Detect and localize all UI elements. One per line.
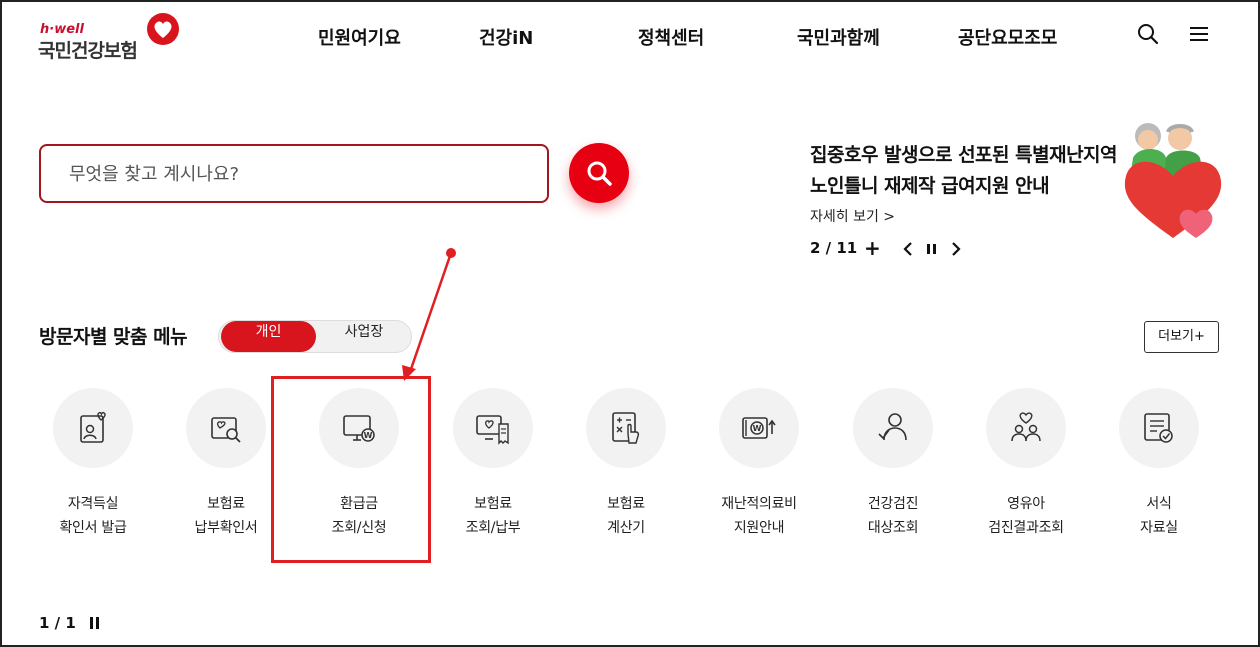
banner-page-indicator: 2 / 11 bbox=[810, 239, 858, 257]
section-title: 방문자별 맞춤 메뉴 bbox=[39, 326, 188, 348]
document-search-icon bbox=[211, 417, 241, 443]
search-icon[interactable] bbox=[1136, 22, 1160, 46]
menu-icon-circle: W bbox=[719, 388, 799, 468]
nav-item-about[interactable]: 공단요모조모 bbox=[958, 24, 1057, 50]
form-check-icon bbox=[1144, 413, 1173, 443]
menu-item-label: 자격득실 확인서 발급 bbox=[59, 496, 127, 536]
main-nav: 민원여기요 건강iN 정책센터 국민과함께 공단요모조모 bbox=[0, 24, 1260, 50]
menu-icon-circle bbox=[453, 388, 533, 468]
menu-item-label: 보험료 계산기 bbox=[607, 496, 645, 536]
menu-icon-circle bbox=[186, 388, 266, 468]
banner-title-line1: 집중호우 발생으로 선포된 특별재난지역 bbox=[810, 144, 1118, 166]
nav-item-together[interactable]: 국민과함께 bbox=[797, 24, 880, 50]
menu-item-label: 재난적의료비 지원안내 bbox=[721, 496, 797, 536]
id-card-heart-icon bbox=[80, 411, 106, 443]
menu-item-label: 서식 자료실 bbox=[1140, 496, 1178, 536]
banner-all-button[interactable]: + bbox=[864, 238, 884, 260]
menu-item-payment-certificate[interactable]: 보험료 납부확인서 bbox=[171, 388, 281, 538]
menu-item-label: 보험료 조회/납부 bbox=[465, 496, 521, 536]
screenshot-border bbox=[0, 0, 1260, 647]
menu-icon-circle bbox=[853, 388, 933, 468]
menu-icon-circle bbox=[53, 388, 133, 468]
menu-item-health-checkup-target[interactable]: 건강검진 대상조회 bbox=[838, 388, 948, 538]
search-box bbox=[39, 144, 549, 203]
won-up-icon: W bbox=[742, 417, 776, 439]
toggle-individual[interactable]: 개인 bbox=[221, 321, 316, 352]
more-button[interactable]: 더보기+ bbox=[1144, 321, 1219, 353]
banner-title[interactable]: 집중호우 발생으로 선포된 특별재난지역 노인틀니 재제작 급여지원 안내 bbox=[810, 140, 1140, 202]
annotation-arrow bbox=[402, 248, 456, 381]
menu-icon-circle bbox=[586, 388, 666, 468]
banner-detail-link[interactable]: 자세히 보기 > bbox=[810, 206, 895, 226]
svg-text:W: W bbox=[753, 424, 762, 433]
monitor-receipt-icon bbox=[476, 415, 509, 445]
calculator-icon bbox=[612, 412, 640, 444]
family-heart-icon bbox=[1011, 412, 1041, 442]
chevron-right-icon[interactable] bbox=[946, 238, 966, 260]
pause-icon[interactable] bbox=[88, 616, 102, 630]
menu-icon-circle bbox=[1119, 388, 1199, 468]
nav-item-health-in[interactable]: 건강iN bbox=[479, 24, 533, 50]
banner-title-line2: 노인틀니 재제작 급여지원 안내 bbox=[810, 175, 1050, 197]
menu-page-indicator: 1 / 1 bbox=[39, 614, 76, 632]
menu-item-qualification-certificate[interactable]: 자격득실 확인서 발급 bbox=[38, 388, 148, 538]
toggle-business[interactable]: 사업장 bbox=[316, 321, 412, 352]
menu-item-premium-payment[interactable]: 보험료 조회/납부 bbox=[438, 388, 548, 538]
nav-item-policy[interactable]: 정책센터 bbox=[638, 24, 704, 50]
menu-item-infant-checkup-results[interactable]: 영유아 검진결과조회 bbox=[971, 388, 1081, 538]
pause-icon[interactable] bbox=[922, 238, 942, 260]
nav-item-minwon[interactable]: 민원여기요 bbox=[318, 24, 401, 50]
menu-item-label: 건강검진 대상조회 bbox=[867, 496, 919, 536]
menu-item-forms-library[interactable]: 서식 자료실 bbox=[1104, 388, 1214, 538]
hamburger-menu-icon[interactable] bbox=[1187, 22, 1211, 46]
menu-item-premium-calculator[interactable]: 보험료 계산기 bbox=[571, 388, 681, 538]
menu-item-catastrophic-medical-support[interactable]: W 재난적의료비 지원안내 bbox=[704, 388, 814, 538]
chevron-left-icon[interactable] bbox=[898, 238, 918, 260]
search-input[interactable] bbox=[69, 160, 529, 188]
search-button[interactable] bbox=[569, 143, 629, 203]
visitor-type-toggle: 개인 사업장 bbox=[218, 320, 412, 353]
menu-item-label: 영유아 검진결과조회 bbox=[988, 496, 1064, 536]
search-icon bbox=[587, 161, 612, 186]
annotation-highlight-box bbox=[271, 376, 431, 563]
elderly-couple-heart-illustration bbox=[1124, 123, 1222, 238]
menu-icon-circle bbox=[986, 388, 1066, 468]
people-check-icon bbox=[878, 413, 907, 441]
